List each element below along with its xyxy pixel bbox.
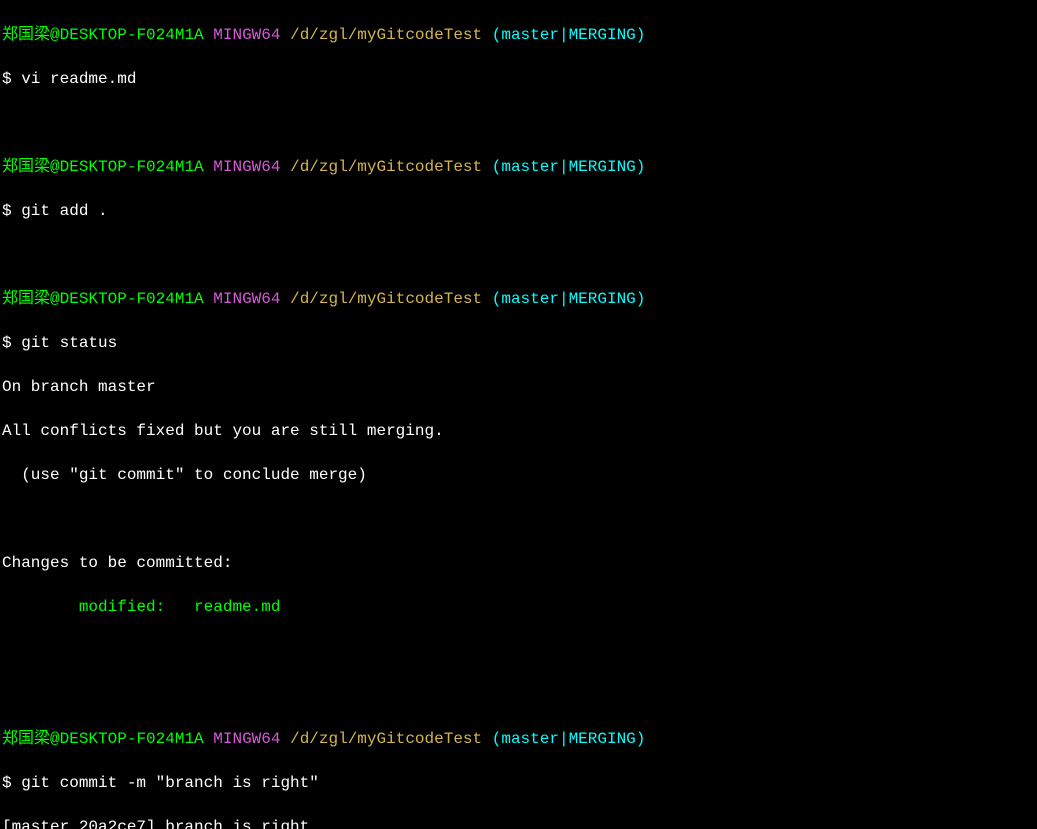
prompt-path: /d/zgl/myGitcodeTest	[290, 26, 482, 44]
blank-line	[2, 508, 1037, 530]
cmd-line: $ git status	[2, 332, 1037, 354]
cmd-line: $ git add .	[2, 200, 1037, 222]
prompt-mingw: MINGW64	[213, 26, 280, 44]
terminal-output[interactable]: 郑国梁@DESKTOP-F024M1A MINGW64 /d/zgl/myGit…	[0, 0, 1037, 829]
prompt-line: 郑国梁@DESKTOP-F024M1A MINGW64 /d/zgl/myGit…	[2, 728, 1037, 750]
prompt-line: 郑国梁@DESKTOP-F024M1A MINGW64 /d/zgl/myGit…	[2, 288, 1037, 310]
command: git commit -m "branch is right"	[21, 774, 319, 792]
command: vi readme.md	[21, 70, 136, 88]
cmd-line: $ vi readme.md	[2, 68, 1037, 90]
status-output: (use "git commit" to conclude merge)	[2, 464, 1037, 486]
prompt-dollar: $	[2, 70, 21, 88]
status-output: All conflicts fixed but you are still me…	[2, 420, 1037, 442]
command: git status	[21, 334, 117, 352]
status-output: On branch master	[2, 376, 1037, 398]
prompt-line: 郑国梁@DESKTOP-F024M1A MINGW64 /d/zgl/myGit…	[2, 24, 1037, 46]
status-modified: modified: readme.md	[2, 596, 1037, 618]
command: git add .	[21, 202, 107, 220]
prompt-line: 郑国梁@DESKTOP-F024M1A MINGW64 /d/zgl/myGit…	[2, 156, 1037, 178]
blank-line	[2, 112, 1037, 134]
status-output: Changes to be committed:	[2, 552, 1037, 574]
blank-line	[2, 684, 1037, 706]
blank-line	[2, 640, 1037, 662]
prompt-state: MERGING	[569, 26, 636, 44]
cmd-line: $ git commit -m "branch is right"	[2, 772, 1037, 794]
prompt-user: 郑国梁	[2, 26, 50, 44]
prompt-host: DESKTOP-F024M1A	[60, 26, 204, 44]
prompt-branch: master	[501, 26, 559, 44]
blank-line	[2, 244, 1037, 266]
commit-output: [master 20a2ce7] branch is right	[2, 816, 1037, 829]
